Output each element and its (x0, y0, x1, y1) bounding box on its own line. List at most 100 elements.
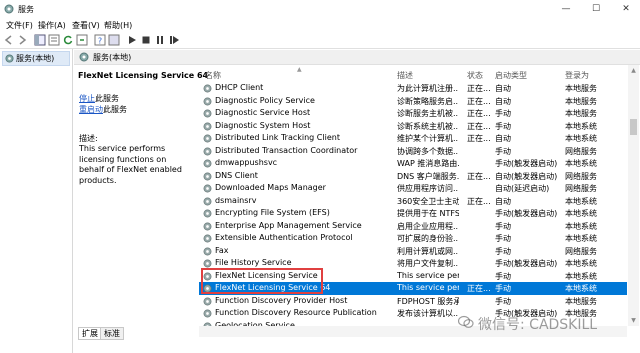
service-startup-cell: 自动 (495, 84, 511, 93)
stop-service-link[interactable]: 停止 (79, 94, 95, 103)
service-name-cell: dsmainsrv (215, 195, 257, 205)
service-status-cell: 正在... (467, 284, 491, 293)
column-header-description[interactable]: 描述 (397, 65, 413, 82)
menu-action[interactable]: 操作(A) (38, 20, 66, 31)
scroll-up-icon[interactable]: ▲ (630, 67, 637, 74)
console-tree-icon[interactable] (34, 34, 46, 46)
tab-standard[interactable]: 标准 (100, 327, 124, 340)
view-tabs: 扩展 标准 (74, 326, 198, 340)
scroll-down-icon[interactable]: ▼ (630, 317, 637, 324)
menu-help[interactable]: 帮助(H) (104, 20, 132, 31)
column-header-startup-type[interactable]: 启动类型 (495, 65, 527, 82)
selected-service-title: FlexNet Licensing Service 64 (78, 71, 209, 80)
service-startup-cell: 手动(触发器启动) (495, 209, 558, 218)
service-gear-icon (203, 197, 212, 205)
service-name-cell: Encrypting File System (EFS) (215, 208, 330, 217)
minimize-button[interactable]: — (552, 0, 580, 18)
help-icon[interactable]: ? (94, 34, 106, 46)
column-header-status[interactable]: 状态 (467, 65, 483, 82)
service-logon-cell: 本地系统 (565, 271, 597, 281)
service-gear-icon (203, 109, 212, 118)
table-row[interactable]: Encrypting File System (EFS) 提供用于在 NTFS..… (199, 207, 627, 220)
service-description-cell: 供应用程序访问... (397, 184, 459, 193)
service-startup-cell: 手动 (495, 284, 511, 293)
service-gear-icon (203, 247, 212, 255)
properties-icon[interactable] (48, 34, 60, 46)
table-row[interactable]: Enterprise App Management Service 启用企业应用程… (199, 220, 627, 233)
service-gear-icon (203, 159, 212, 168)
table-row[interactable]: dmwappushsvc WAP 推消息路由... 手动(触发器启动) 本地系统 (199, 157, 627, 170)
table-row[interactable]: Diagnostic Policy Service 诊断策略服务启... 正在...… (199, 95, 627, 108)
service-logon-cell: 本地系统 (565, 134, 597, 143)
tree-item-services-local[interactable]: 服务(本地) (2, 51, 70, 66)
service-description-cell: 诊断策略服务启... (397, 96, 459, 106)
service-gear-icon (203, 209, 212, 218)
table-row[interactable]: Extensible Authentication Protocol 可扩展的身份… (199, 232, 627, 245)
description-pane: FlexNet Licensing Service 64 停止此服务 重启动此服… (74, 65, 208, 353)
forward-icon[interactable] (16, 34, 28, 46)
service-gear-icon (203, 222, 212, 230)
service-status-cell: 正在... (467, 96, 491, 106)
service-logon-cell: 本地服务 (565, 84, 597, 93)
service-logon-cell: 本地服务 (565, 109, 597, 118)
table-row[interactable]: Fax 利用计算机或网... 手动 网络服务 (199, 245, 627, 258)
service-name-cell: Function Discovery Resource Publication (215, 308, 377, 317)
service-startup-cell: 手动(触发器启动) (495, 159, 558, 168)
start-service-icon[interactable] (126, 34, 138, 46)
service-description-cell: FDPHOST 服务承... (397, 296, 459, 306)
service-startup-cell: 手动(触发器启动) (495, 259, 558, 268)
table-row[interactable]: Downloaded Maps Manager 供应用程序访问... 自动(延迟启动… (199, 182, 627, 195)
service-startup-cell: 自动(触发器启动) (495, 171, 558, 181)
tab-extended[interactable]: 扩展 (78, 327, 102, 340)
service-logon-cell: 网络服务 (565, 146, 597, 156)
view-icon[interactable] (108, 34, 120, 46)
table-row[interactable]: Distributed Transaction Coordinator 协调跨多个… (199, 145, 627, 158)
maximize-button[interactable]: ☐ (582, 0, 610, 18)
service-name-cell: Extensible Authentication Protocol (215, 233, 353, 242)
service-gear-icon (203, 84, 212, 93)
service-gear-icon (203, 259, 212, 268)
pause-service-icon[interactable] (154, 34, 166, 46)
table-row[interactable]: dsmainsrv 360安全卫士主动... 正在... 自动 本地系统 (199, 195, 627, 208)
service-logon-cell: 本地系统 (565, 209, 597, 218)
service-description-cell: This service perf... (397, 283, 459, 292)
menu-view[interactable]: 查看(V) (72, 20, 100, 31)
stop-service-icon[interactable] (140, 34, 152, 46)
service-gear-icon (203, 147, 212, 155)
refresh-icon[interactable] (62, 34, 74, 46)
service-startup-cell: 手动 (495, 146, 511, 156)
service-description-cell: 发布该计算机以... (397, 309, 459, 318)
console-tree: 服务(本地) (0, 49, 73, 353)
service-logon-cell: 本地系统 (565, 121, 597, 131)
vertical-scrollbar[interactable]: ▲ ▼ (628, 65, 639, 326)
service-gear-icon (203, 309, 212, 318)
service-startup-cell: 自动 (495, 96, 511, 106)
service-logon-cell: 本地系统 (565, 221, 597, 231)
table-row[interactable]: Function Discovery Provider Host FDPHOST … (199, 295, 627, 308)
close-button[interactable]: ✕ (612, 0, 640, 18)
table-row[interactable]: DNS Client DNS 客户端服务... 正在... 自动(触发器启动) 网络服务 (199, 170, 627, 183)
scroll-thumb[interactable] (630, 119, 637, 135)
restart-service-icon[interactable] (168, 34, 180, 46)
column-header-log-on-as[interactable]: 登录为 (565, 65, 589, 82)
table-row[interactable]: Distributed Link Tracking Client 维护某个计算机.… (199, 132, 627, 145)
column-header-name[interactable]: 名称 (205, 65, 221, 82)
wechat-icon (458, 315, 474, 328)
restart-service-suffix: 此服务 (103, 105, 127, 114)
restart-service-link[interactable]: 重启动 (79, 105, 103, 114)
table-row[interactable]: Diagnostic Service Host 诊断服务主机被... 正在... 手动… (199, 107, 627, 120)
export-list-icon[interactable] (76, 34, 88, 46)
service-startup-cell: 自动(延迟启动) (495, 184, 550, 193)
service-logon-cell: 网络服务 (565, 184, 597, 193)
service-description-cell: 诊断系统主机被... (397, 121, 459, 131)
service-name-cell: Downloaded Maps Manager (215, 183, 326, 192)
service-description-cell: 为此计算机注册... (397, 84, 459, 93)
menu-file[interactable]: 文件(F) (6, 20, 33, 31)
service-status-cell: 正在... (467, 196, 491, 206)
back-icon[interactable] (3, 34, 15, 46)
service-startup-cell: 手动 (495, 246, 511, 256)
services-gear-icon (4, 4, 14, 14)
table-row[interactable]: Diagnostic System Host 诊断系统主机被... 正在... 手动 本… (199, 120, 627, 133)
service-startup-cell: 手动 (495, 221, 511, 231)
table-row[interactable]: DHCP Client 为此计算机注册... 正在... 自动 本地服务 (199, 82, 627, 95)
